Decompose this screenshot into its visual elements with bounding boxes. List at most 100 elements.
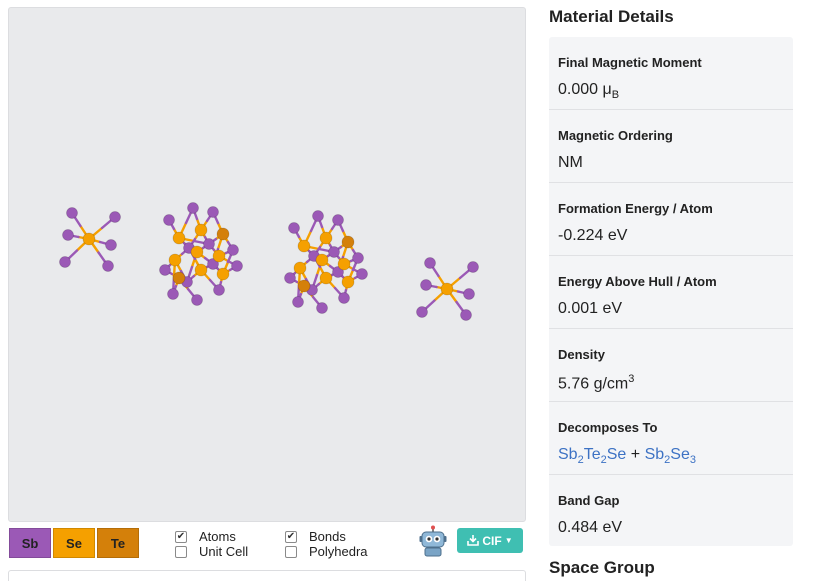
download-icon xyxy=(467,535,480,546)
atom xyxy=(463,288,475,300)
atom xyxy=(62,229,74,241)
atom xyxy=(203,238,215,250)
decomposes-to-value: Sb2Te2Se + Sb2Se3 xyxy=(558,446,696,466)
atom xyxy=(440,282,454,296)
atom xyxy=(420,279,432,291)
atom xyxy=(338,292,350,304)
band-gap-value: 0.484 eV xyxy=(558,519,623,536)
density-label: Density xyxy=(558,347,605,362)
plus-sign: + xyxy=(630,446,641,463)
atom xyxy=(328,246,340,258)
final-magnetic-moment-label: Final Magnetic Moment xyxy=(558,55,702,70)
structure-viewer[interactable] xyxy=(8,7,526,522)
atom xyxy=(341,235,355,249)
magnetic-ordering-value: NM xyxy=(558,154,583,171)
legend-se-label: Se xyxy=(66,535,82,551)
atom xyxy=(356,268,368,280)
viewer-controls: Sb Se Te ✔ Atoms Unit Cell ✔ Bonds Polyh… xyxy=(8,525,524,561)
atom xyxy=(105,239,117,251)
material-details-card: Final Magnetic Moment 0.000 μB Magnetic … xyxy=(549,37,793,546)
atom xyxy=(416,306,428,318)
atom xyxy=(109,211,121,223)
magnetic-ordering-label: Magnetic Ordering xyxy=(558,128,673,143)
atom xyxy=(59,256,71,268)
cif-label: CIF xyxy=(482,533,502,548)
energy-above-hull-value: 0.001 eV xyxy=(558,300,623,317)
unit-cell-toggle[interactable]: Unit Cell xyxy=(175,544,248,559)
atom xyxy=(297,279,311,293)
atom xyxy=(315,253,329,267)
decomposes-to-row: Decomposes To Sb2Te2Se + Sb2Se3 xyxy=(549,402,793,475)
legend-sb-label: Sb xyxy=(21,535,39,551)
atom xyxy=(231,260,243,272)
atom xyxy=(207,206,219,218)
formation-energy-label: Formation Energy / Atom xyxy=(558,201,713,216)
caret-down-icon: ▼ xyxy=(504,536,513,545)
bonds-checkbox[interactable]: ✔ xyxy=(285,530,297,543)
atoms-checkbox[interactable]: ✔ xyxy=(175,530,187,543)
density-value: 5.76 g/cm3 xyxy=(558,373,635,393)
decomposition-product-link-1[interactable]: Sb2Te2Se xyxy=(558,446,626,466)
atom xyxy=(284,272,296,284)
energy-above-hull-row: Energy Above Hull / Atom 0.001 eV xyxy=(549,256,793,329)
band-gap-label: Band Gap xyxy=(558,493,620,508)
formation-energy-value: -0.224 eV xyxy=(558,227,628,244)
energy-above-hull-label: Energy Above Hull / Atom xyxy=(558,274,717,289)
atom xyxy=(187,202,199,214)
cif-download-button[interactable]: CIF ▼ xyxy=(457,528,523,553)
atom xyxy=(341,275,355,289)
atom xyxy=(213,284,225,296)
atom xyxy=(194,223,208,237)
bonds-toggle[interactable]: ✔ Bonds xyxy=(285,529,346,544)
atoms-toggle[interactable]: ✔ Atoms xyxy=(175,529,236,544)
legend-te-label: Te xyxy=(110,535,126,551)
unit-cell-checkbox[interactable] xyxy=(175,545,187,558)
atom xyxy=(297,239,311,253)
crystal-structure-render xyxy=(59,202,479,321)
legend-sb: Sb xyxy=(9,528,51,558)
atom xyxy=(167,288,179,300)
robot-icon[interactable] xyxy=(419,525,447,557)
polyhedra-checkbox[interactable] xyxy=(285,545,297,558)
atom xyxy=(293,261,307,275)
atom xyxy=(288,222,300,234)
final-magnetic-moment-row: Final Magnetic Moment 0.000 μB xyxy=(549,37,793,110)
decomposes-to-label: Decomposes To xyxy=(558,420,658,435)
atom xyxy=(102,260,114,272)
atom xyxy=(337,257,351,271)
atom xyxy=(159,264,171,276)
formation-energy-row: Formation Energy / Atom -0.224 eV xyxy=(549,183,793,256)
atom xyxy=(190,245,204,259)
atom xyxy=(332,214,344,226)
atom xyxy=(316,302,328,314)
atom xyxy=(292,296,304,308)
atom xyxy=(319,231,333,245)
atom xyxy=(216,227,230,241)
atom xyxy=(467,261,479,273)
polyhedra-label: Polyhedra xyxy=(309,544,368,559)
atom xyxy=(66,207,78,219)
polyhedra-toggle[interactable]: Polyhedra xyxy=(285,544,368,559)
atom xyxy=(163,214,175,226)
atom xyxy=(312,210,324,222)
legend-se: Se xyxy=(53,528,95,558)
space-group-title: Space Group xyxy=(549,558,655,577)
atom xyxy=(212,249,226,263)
atom xyxy=(194,263,208,277)
lower-panel xyxy=(8,570,526,581)
atom xyxy=(424,257,436,269)
atom xyxy=(82,232,96,246)
band-gap-row: Band Gap 0.484 eV xyxy=(549,475,793,547)
material-details-title: Material Details xyxy=(549,7,674,26)
atom xyxy=(352,252,364,264)
atom xyxy=(227,244,239,256)
density-row: Density 5.76 g/cm3 xyxy=(549,329,793,402)
atom xyxy=(191,294,203,306)
decomposition-product-link-2[interactable]: Sb2Se3 xyxy=(645,446,696,466)
bonds-label: Bonds xyxy=(309,529,346,544)
magnetic-ordering-row: Magnetic Ordering NM xyxy=(549,110,793,183)
atom xyxy=(319,271,333,285)
atom xyxy=(216,267,230,281)
final-magnetic-moment-value: 0.000 μB xyxy=(558,81,620,102)
atom xyxy=(460,309,472,321)
